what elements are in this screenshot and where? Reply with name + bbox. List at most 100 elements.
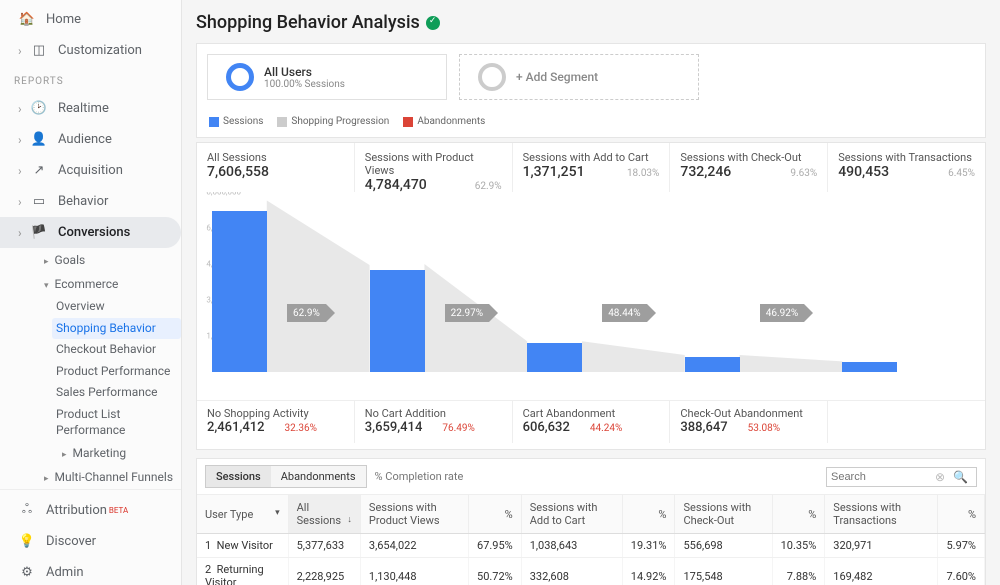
legend-swatch-sessions (209, 117, 219, 127)
abandon-value: 606,632 (523, 420, 570, 435)
abandon-label: No Shopping Activity (207, 407, 344, 420)
nav-home[interactable]: 🏠Home (0, 4, 181, 35)
stage-pct: 18.03% (627, 168, 659, 179)
segment-sub: 100.00% Sessions (264, 79, 345, 90)
ring-icon (226, 63, 254, 91)
legend-swatch-progression (277, 117, 287, 127)
col-user-type[interactable]: User Type ▾ (197, 495, 288, 534)
col-transactions[interactable]: Sessions with Transactions (825, 495, 938, 534)
bulb-icon: 💡 (18, 534, 36, 549)
clock-icon: 🕑 (30, 101, 48, 116)
sort-desc-icon: ↓ (347, 514, 352, 525)
chart-legend: Sessions Shopping Progression Abandonmen… (197, 110, 985, 137)
conversions-subnav: Goals Ecommerce Overview Shopping Behavi… (34, 248, 181, 489)
stage-pct: 62.9% (475, 181, 502, 192)
customization-icon: ◫ (30, 43, 48, 58)
funnel-chart: All Sessions7,606,558 Sessions with Prod… (196, 142, 986, 450)
abandon-label: No Cart Addition (365, 407, 502, 420)
abandon-value: 3,659,414 (365, 420, 423, 435)
search-input[interactable] (831, 471, 931, 483)
legend-swatch-abandonments (403, 117, 413, 127)
col-product-views[interactable]: Sessions with Product Views (360, 495, 468, 534)
stage-label: Sessions with Transactions (838, 151, 975, 164)
segments-bar: All Users 100.00% Sessions + Add Segment (197, 44, 985, 110)
abandon-pct: 44.24% (590, 423, 622, 434)
segment-title: All Users (264, 65, 345, 79)
col-pct[interactable]: % (938, 495, 985, 534)
subnav-goals[interactable]: Goals (34, 248, 181, 272)
progression-tag: 22.97% (445, 304, 489, 322)
stage-label: Sessions with Product Views (365, 151, 502, 177)
progression-tag: 62.9% (287, 304, 326, 322)
progression-tag: 48.44% (602, 304, 646, 322)
subnav-multi-channel[interactable]: Multi-Channel Funnels (34, 465, 181, 489)
funnel-bars: 8,000,000 6,400,000 4,800,000 3,200,000 … (197, 192, 985, 372)
abandon-pct: 76.49% (442, 423, 474, 434)
stage-label: Sessions with Add to Cart (523, 151, 660, 164)
stage-label: All Sessions (207, 151, 344, 164)
nav-conversions[interactable]: 🏴Conversions (0, 217, 181, 248)
sidebar: 🏠Home ◫Customization REPORTS 🕑Realtime 👤… (0, 0, 182, 585)
page-title: Shopping Behavior Analysis (196, 12, 986, 33)
col-pct[interactable]: % (469, 495, 522, 534)
nav-behavior[interactable]: ▭Behavior (0, 186, 181, 217)
add-segment-label: + Add Segment (516, 70, 598, 84)
chevron-down-icon: ▾ (275, 508, 280, 518)
table-search: ⊗ 🔍 (826, 467, 977, 487)
acquisition-icon: ↗ (30, 163, 48, 178)
home-icon: 🏠 (18, 12, 36, 27)
col-pct[interactable]: % (772, 495, 825, 534)
data-table: Sessions Abandonments % Completion rate … (196, 458, 986, 585)
abandon-value: 2,461,412 (207, 420, 265, 435)
attribution-icon: ஃ (18, 502, 36, 518)
segment-all-users[interactable]: All Users 100.00% Sessions (207, 54, 447, 100)
search-icon[interactable]: 🔍 (949, 470, 972, 484)
behavior-icon: ▭ (30, 194, 48, 209)
tab-abandonments[interactable]: Abandonments (271, 466, 366, 487)
add-segment-button[interactable]: + Add Segment (459, 54, 699, 100)
stage-value: 7,606,558 (207, 164, 344, 180)
col-add-cart[interactable]: Sessions with Add to Cart (521, 495, 622, 534)
table-row[interactable]: 2 Returning Visitor 2,228,925 1,130,4485… (197, 558, 985, 585)
tab-sessions[interactable]: Sessions (206, 466, 271, 487)
abandon-label: Cart Abandonment (523, 407, 660, 420)
nav-admin[interactable]: ⚙Admin (0, 557, 181, 585)
stage-pct: 9.63% (790, 168, 817, 179)
subnav-product-performance[interactable]: Product Performance (52, 361, 181, 383)
completion-rate-toggle[interactable]: % Completion rate (375, 470, 464, 483)
subnav-sales-performance[interactable]: Sales Performance (52, 382, 181, 404)
abandon-label: Check-Out Abandonment (680, 407, 817, 420)
subnav-ecommerce[interactable]: Ecommerce (34, 272, 181, 296)
nav-discover[interactable]: 💡Discover (0, 526, 181, 557)
col-pct[interactable]: % (622, 495, 675, 534)
gear-icon: ⚙ (18, 565, 36, 580)
subnav-marketing[interactable]: Marketing (52, 441, 181, 465)
main-content: Shopping Behavior Analysis All Users 100… (182, 0, 1000, 585)
nav-realtime[interactable]: 🕑Realtime (0, 93, 181, 124)
flag-icon: 🏴 (30, 225, 48, 240)
table-row[interactable]: 1 New Visitor 5,377,633 3,654,02267.95% … (197, 534, 985, 558)
nav-attribution[interactable]: ஃAttributionBETA (0, 494, 181, 526)
clear-search-icon[interactable]: ⊗ (931, 470, 949, 484)
ring-icon (478, 63, 506, 91)
abandon-pct: 53.08% (748, 423, 780, 434)
stage-pct: 6.45% (948, 168, 975, 179)
col-checkout[interactable]: Sessions with Check-Out (675, 495, 772, 534)
stage-label: Sessions with Check-Out (680, 151, 817, 164)
abandon-value: 388,647 (680, 420, 727, 435)
nav-customization[interactable]: ◫Customization (0, 35, 181, 66)
subnav-product-list-performance[interactable]: Product List Performance (52, 404, 181, 441)
progression-tag: 46.92% (760, 304, 804, 322)
nav-acquisition[interactable]: ↗Acquisition (0, 155, 181, 186)
reports-label: REPORTS (0, 66, 181, 93)
verified-icon (426, 16, 440, 30)
nav-audience[interactable]: 👤Audience (0, 124, 181, 155)
table-tabs: Sessions Abandonments (205, 465, 367, 488)
subnav-checkout-behavior[interactable]: Checkout Behavior (52, 339, 181, 361)
abandon-pct: 32.36% (285, 423, 317, 434)
person-icon: 👤 (30, 132, 48, 147)
beta-badge: BETA (109, 506, 128, 515)
subnav-overview[interactable]: Overview (52, 296, 181, 318)
col-all-sessions[interactable]: All Sessions↓ (288, 495, 360, 534)
subnav-shopping-behavior[interactable]: Shopping Behavior (52, 318, 181, 340)
